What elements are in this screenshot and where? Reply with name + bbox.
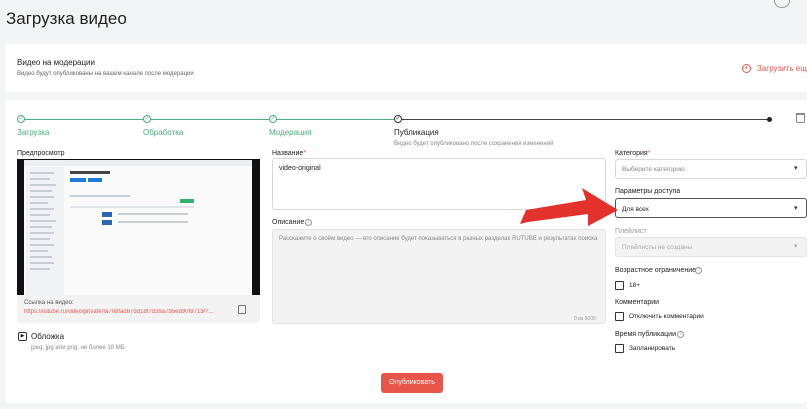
preview-frame-line [30, 220, 56, 222]
description-placeholder: Расскажите о своём видео — его описание … [279, 236, 598, 242]
help-icon[interactable]: ? [677, 331, 684, 338]
moderation-card [5, 44, 807, 92]
schedule-checkbox[interactable] [615, 344, 624, 353]
step-processing-check-icon: ✓ [143, 115, 151, 123]
comments-checkbox[interactable] [615, 312, 624, 321]
name-label: Название* [272, 150, 307, 157]
category-label: Категория* [615, 150, 651, 157]
preview-frame-line [30, 226, 52, 228]
step-publication-label: Публикация [394, 128, 439, 137]
description-counter: 0 из 5000 [574, 316, 596, 322]
preview-frame-line [30, 262, 54, 264]
preview-frame-line [30, 196, 54, 198]
moderation-subtitle: Видео будут опубликованы на вашем канале… [17, 71, 194, 77]
help-icon[interactable]: ? [695, 267, 702, 274]
help-icon[interactable]: ? [305, 219, 312, 226]
preview-frame-line [30, 232, 54, 234]
description-label: Описание [272, 219, 305, 226]
step-publication-check-icon: ✓ [394, 115, 402, 123]
preview-frame-thumbnail [102, 212, 112, 217]
preview-frame-line [30, 250, 48, 252]
access-value: Для всех [622, 206, 649, 213]
preview-frame-line [30, 202, 48, 204]
preview-frame-line [30, 184, 56, 186]
preview-frame-line [30, 190, 52, 192]
step-upload-label: Загрузка [17, 128, 50, 137]
access-label: Параметры доступа [615, 188, 681, 195]
stepper-progress-line [22, 119, 394, 120]
age-option-label: 18+ [629, 282, 641, 289]
step-moderation-label: Модерация [269, 128, 312, 137]
preview-frame-sidebar [26, 167, 64, 295]
play-icon: ▶ [18, 332, 27, 341]
step-processing-label: Обработка [143, 128, 184, 137]
time-label: Время публикации [615, 331, 677, 338]
copy-icon[interactable] [238, 305, 246, 314]
plus-icon[interactable]: + [742, 64, 751, 73]
stepper-end-dot [767, 117, 772, 122]
preview-frame-line [70, 206, 194, 208]
age-label: Возрастное ограничение [615, 267, 696, 274]
preview-frame-topbar [24, 160, 252, 166]
trash-icon[interactable] [796, 113, 805, 123]
cover-hint: jpeg, jpg или png, не более 10 МБ [31, 345, 125, 351]
annotation-arrow-icon [520, 188, 618, 226]
category-placeholder: Выберите категорию [622, 166, 685, 173]
preview-frame-line [30, 238, 50, 240]
preview-frame-heading [70, 171, 110, 174]
preview-frame-line [70, 195, 130, 197]
preview-frame-line [30, 268, 50, 270]
name-value: video-original [279, 165, 321, 172]
preview-frame-button [88, 178, 102, 182]
cover-button[interactable]: Обложка [31, 332, 64, 341]
age-checkbox[interactable] [615, 281, 624, 290]
chevron-down-icon[interactable]: ▾ [794, 204, 798, 212]
preview-frame-line [30, 244, 54, 246]
preview-frame-line [30, 256, 52, 258]
preview-frame-line [118, 213, 188, 215]
upload-more-button[interactable]: Загрузить еще [757, 64, 807, 73]
preview-frame-button [70, 178, 86, 182]
step-publication-note: Видео будет опубликовано после сохранени… [394, 141, 554, 147]
video-link-label: Ссылка на видео: [24, 300, 74, 306]
step-moderation-check-icon: ✓ [269, 115, 277, 123]
comments-label: Комментарии [615, 299, 660, 306]
chevron-down-icon: ▾ [794, 243, 798, 250]
preview-label: Предпросмотр [17, 150, 65, 157]
comments-option-label: Отключить комментарии [629, 313, 704, 320]
publish-button[interactable]: Опубликовать [381, 373, 443, 393]
video-link-url[interactable]: https://rutube.ru/video/private/fa708fad… [24, 309, 232, 315]
preview-frame-line [30, 172, 54, 174]
chevron-down-icon[interactable]: ▾ [794, 164, 798, 172]
playlist-label: Плейлист [615, 228, 647, 235]
step-upload-check-icon: ✓ [17, 115, 25, 123]
preview-frame-line [30, 178, 50, 180]
stepper-remaining-line [398, 119, 768, 120]
preview-frame-line [30, 208, 54, 210]
preview-frame-thumbnail [102, 220, 112, 225]
schedule-option-label: Запланировать [629, 345, 676, 352]
moderation-title: Видео на модерации [17, 58, 95, 67]
preview-frame-line [118, 221, 188, 223]
preview-frame-button [180, 199, 194, 203]
user-icon[interactable] [774, 0, 790, 8]
playlist-value: Плейлисты не созданы [622, 244, 693, 251]
page-title: Загрузка видео [6, 9, 127, 28]
preview-frame-line [30, 214, 50, 216]
